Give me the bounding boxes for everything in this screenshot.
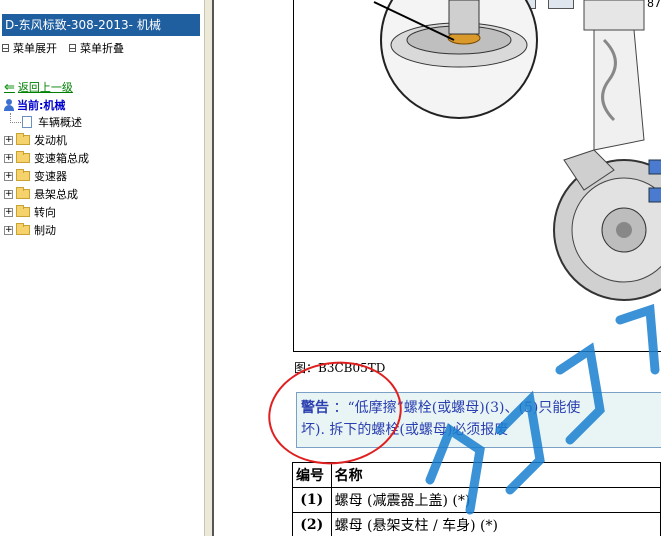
tree-item-engine[interactable]: + 发动机 bbox=[4, 131, 89, 149]
warning-text-2: 坏). 拆下的螺栓(或螺母)必须报废 bbox=[301, 422, 509, 438]
folder-icon bbox=[16, 205, 30, 217]
collapse-icon bbox=[69, 44, 76, 52]
table-header-row: 编号 名称 bbox=[292, 462, 661, 488]
back-link[interactable]: ⇐ 返回上一级 bbox=[4, 79, 73, 95]
expand-plus-icon[interactable]: + bbox=[4, 153, 13, 163]
nav-tree: 车辆概述 + 发动机 + 变速箱总成 + 变速器 + 悬架总成 + 转向 + 制… bbox=[4, 113, 89, 239]
expand-menu-label: 菜单展开 bbox=[13, 42, 57, 55]
sidebar-title: D-东风标致-308-2013- 机械 bbox=[2, 14, 200, 36]
row-name: 螺母 (悬架支柱 / 车身) (*) bbox=[330, 512, 661, 536]
tree-item-gearbox-assembly[interactable]: + 变速箱总成 bbox=[4, 149, 89, 167]
parts-table: 编号 名称 (1) 螺母 (减震器上盖) (*) (2) 螺母 (悬架支柱 / … bbox=[292, 462, 661, 536]
row-name: 螺母 (减震器上盖) (*) bbox=[330, 487, 661, 513]
row-number: (1) bbox=[292, 487, 332, 513]
suspension-diagram bbox=[373, 0, 661, 301]
tree-item-transmission[interactable]: + 变速器 bbox=[4, 167, 89, 185]
figure-caption: 图：B3CB05TD bbox=[294, 361, 386, 375]
header-number: 编号 bbox=[292, 462, 332, 488]
row-number: (2) bbox=[292, 512, 332, 536]
technical-illustration bbox=[293, 0, 661, 352]
tree-item-label: 车辆概述 bbox=[38, 116, 82, 129]
collapse-menu-label: 菜单折叠 bbox=[80, 42, 124, 55]
collapse-menu-button[interactable]: 菜单折叠 bbox=[69, 40, 124, 56]
header-name: 名称 bbox=[330, 462, 661, 488]
tree-item-label: 制动 bbox=[34, 224, 56, 237]
tree-item-label: 变速器 bbox=[34, 170, 67, 183]
tree-item-label: 转向 bbox=[34, 206, 56, 219]
warning-text-1: ：“低摩擦”螺栓(或螺母)(3)、(5)只能使 bbox=[333, 400, 581, 416]
tree-item-vehicle-overview[interactable]: 车辆概述 bbox=[4, 113, 89, 131]
current-location: 当前:机械 bbox=[4, 97, 65, 113]
document-icon bbox=[22, 116, 32, 128]
expand-menu-button[interactable]: 菜单展开 bbox=[2, 40, 57, 56]
tree-item-suspension[interactable]: + 悬架总成 bbox=[4, 185, 89, 203]
folder-icon bbox=[16, 187, 30, 199]
menu-actions: 菜单展开 菜单折叠 bbox=[2, 40, 124, 56]
table-row: (1) 螺母 (减震器上盖) (*) bbox=[292, 487, 661, 513]
back-link-label: 返回上一级 bbox=[17, 81, 73, 94]
tree-item-label: 发动机 bbox=[34, 134, 67, 147]
document-view: 87 图：B3CB05TD 警告 ：“低摩擦”螺栓(或螺母)(3)、(5)只能使… bbox=[214, 0, 661, 536]
warning-line-1: 警告 ：“低摩擦”螺栓(或螺母)(3)、(5)只能使 bbox=[301, 397, 661, 419]
expand-icon bbox=[2, 44, 9, 52]
warning-title: 警告 bbox=[301, 400, 329, 416]
tree-item-brakes[interactable]: + 制动 bbox=[4, 221, 89, 239]
location-icon bbox=[4, 99, 14, 111]
sidebar: D-东风标致-308-2013- 机械 菜单展开 菜单折叠 ⇐ 返回上一级 当前… bbox=[0, 0, 204, 536]
folder-icon bbox=[16, 151, 30, 163]
tree-item-label: 变速箱总成 bbox=[34, 152, 89, 165]
warning-box: 警告 ：“低摩擦”螺栓(或螺母)(3)、(5)只能使 坏). 拆下的螺栓(或螺母… bbox=[296, 392, 661, 448]
folder-icon bbox=[16, 133, 30, 145]
tree-item-label: 悬架总成 bbox=[34, 188, 78, 201]
expand-plus-icon[interactable]: + bbox=[4, 171, 13, 181]
expand-plus-icon[interactable]: + bbox=[4, 189, 13, 199]
tree-connector bbox=[10, 113, 23, 123]
frame-splitter[interactable] bbox=[204, 0, 214, 536]
back-arrow-icon: ⇐ bbox=[4, 79, 15, 95]
folder-icon bbox=[16, 223, 30, 235]
expand-plus-icon[interactable]: + bbox=[4, 135, 13, 145]
folder-icon bbox=[16, 169, 30, 181]
current-location-label: 当前:机械 bbox=[17, 99, 66, 112]
table-row: (2) 螺母 (悬架支柱 / 车身) (*) bbox=[292, 512, 661, 536]
expand-plus-icon[interactable]: + bbox=[4, 207, 13, 217]
tree-item-steering[interactable]: + 转向 bbox=[4, 203, 89, 221]
expand-plus-icon[interactable]: + bbox=[4, 225, 13, 235]
